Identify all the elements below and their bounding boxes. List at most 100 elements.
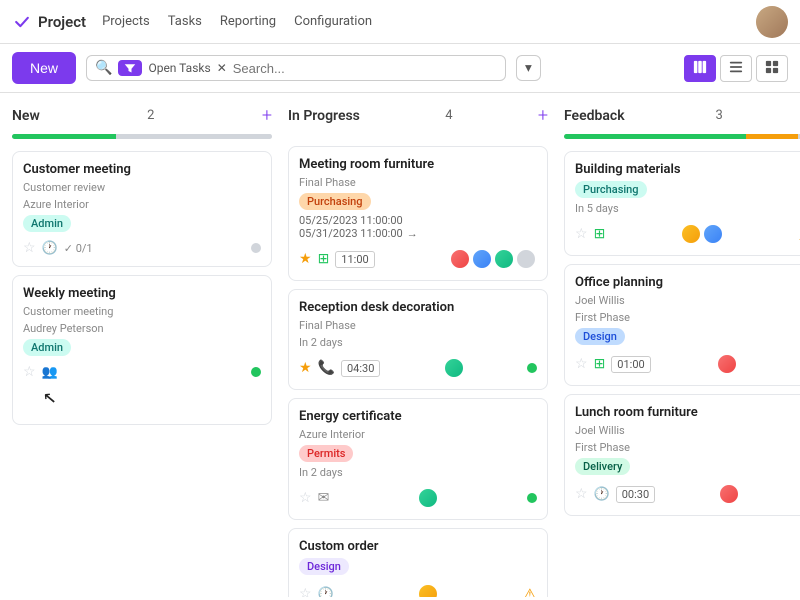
card-footer: ☆ 🕐 ⚠: [299, 583, 537, 597]
time-badge: 04:30: [341, 360, 380, 377]
view-grid[interactable]: [756, 55, 788, 82]
grid-icon: ⊞: [318, 251, 330, 267]
user-avatar[interactable]: [756, 6, 788, 38]
nav-configuration[interactable]: Configuration: [294, 14, 372, 29]
new-button[interactable]: New: [12, 52, 76, 84]
star-icon[interactable]: ☆: [23, 364, 36, 380]
card-sub: Customer meeting: [23, 305, 261, 318]
progress-new: [12, 134, 272, 139]
card-sub2: Azure Interior: [23, 198, 261, 211]
col-header-new: New 2 +: [12, 105, 272, 126]
column-new: New 2 + Customer meeting Customer review…: [12, 105, 272, 585]
search-dropdown[interactable]: ▾: [516, 55, 541, 81]
avatars: [417, 487, 439, 509]
grid-icon: ⊞: [594, 226, 606, 242]
card-energy-certificate[interactable]: Energy certificate Azure Interior Permit…: [288, 398, 548, 520]
star-icon[interactable]: ☆: [575, 226, 588, 242]
card-building-materials[interactable]: Building materials Purchasing In 5 days …: [564, 151, 800, 256]
card-sub2: Azure Interior: [299, 428, 537, 441]
card-duration: In 2 days: [299, 336, 537, 349]
card-footer: ☆ 🕐 ✓ 0/1: [23, 240, 261, 256]
avatar-2: [471, 248, 493, 270]
avatar-1: [443, 357, 465, 379]
col-title-in-progress: In Progress: [288, 108, 360, 124]
card-footer: ☆ 🕐 00:30: [575, 483, 800, 505]
view-kanban[interactable]: [684, 55, 716, 82]
progress-seg-orange: [746, 134, 798, 139]
search-input[interactable]: [233, 61, 497, 76]
star-icon[interactable]: ☆: [299, 586, 312, 597]
avatar-1: [417, 487, 439, 509]
people-icon: 👥: [42, 365, 58, 380]
nav-reporting[interactable]: Reporting: [220, 14, 276, 29]
card-customer-meeting[interactable]: Customer meeting Customer review Azure I…: [12, 151, 272, 267]
col-title-feedback: Feedback: [564, 108, 625, 124]
star-icon[interactable]: ☆: [299, 490, 312, 506]
card-title: Reception desk decoration: [299, 300, 537, 315]
progress-seg-green: [12, 134, 116, 139]
star-icon[interactable]: ☆: [23, 240, 36, 256]
card-reception-desk[interactable]: Reception desk decoration Final Phase In…: [288, 289, 548, 390]
avatars: [417, 583, 439, 597]
card-meeting-room[interactable]: Meeting room furniture Final Phase Purch…: [288, 146, 548, 281]
card-custom-order[interactable]: Custom order Design ☆ 🕐 ⚠: [288, 528, 548, 597]
card-sub2: Audrey Peterson: [23, 322, 261, 335]
nav-projects[interactable]: Projects: [102, 14, 150, 29]
card-tag: Permits: [299, 445, 353, 462]
card-duration: In 5 days: [575, 202, 800, 215]
star-icon[interactable]: ★: [299, 251, 312, 267]
star-icon[interactable]: ☆: [575, 486, 588, 502]
card-dates: 05/25/2023 11:00:00 05/31/2023 11:00:00 …: [299, 214, 537, 240]
time-badge: 11:00: [335, 251, 374, 268]
date1: 05/25/2023 11:00:00: [299, 214, 537, 227]
card-title: Customer meeting: [23, 162, 261, 177]
brand: Project: [12, 12, 86, 32]
avatars: [718, 483, 740, 505]
card-weekly-meeting[interactable]: Weekly meeting Customer meeting Audrey P…: [12, 275, 272, 425]
warning-icon: ⚠: [523, 585, 537, 598]
card-sub: Final Phase: [299, 176, 537, 189]
card-footer: ☆ ⊞ ⚠: [575, 223, 800, 245]
card-sub2: First Phase: [575, 311, 800, 324]
status-dot: [251, 367, 261, 377]
col-add-new[interactable]: +: [262, 105, 272, 126]
col-count-new: 2: [147, 108, 154, 123]
card-tag: Design: [299, 558, 349, 575]
status-dot: [527, 493, 537, 503]
clock-icon: 🕐: [318, 587, 334, 598]
nav-links: Projects Tasks Reporting Configuration: [102, 14, 372, 29]
card-footer: ☆ ⊞ 01:00: [575, 353, 800, 375]
arrow-icon: →: [407, 227, 418, 240]
card-tag: Purchasing: [299, 193, 371, 210]
card-footer: ★ ⊞ 11:00: [299, 248, 537, 270]
col-count-feedback: 3: [716, 108, 723, 123]
avatar-1: [680, 223, 702, 245]
card-lunch-room[interactable]: Lunch room furniture Joel Willis First P…: [564, 394, 800, 516]
col-header-feedback: Feedback 3 +: [564, 105, 800, 126]
filter-remove[interactable]: ✕: [217, 61, 227, 75]
avatar-1: [716, 353, 738, 375]
card-title: Weekly meeting: [23, 286, 261, 301]
card-title: Lunch room furniture: [575, 405, 800, 420]
col-add-in-progress[interactable]: +: [538, 105, 548, 126]
brand-icon: [12, 12, 32, 32]
filter-icon: [124, 62, 136, 74]
card-tag: Admin: [23, 215, 71, 232]
star-icon[interactable]: ☆: [575, 356, 588, 372]
filter-badge: [118, 60, 142, 76]
card-title: Meeting room furniture: [299, 157, 537, 172]
nav-tasks[interactable]: Tasks: [168, 14, 202, 29]
column-in-progress: In Progress 4 + Meeting room furniture F…: [288, 105, 548, 585]
avatar-1: [417, 583, 439, 597]
card-title: Energy certificate: [299, 409, 537, 424]
col-title-new: New: [12, 108, 40, 124]
view-list[interactable]: [720, 55, 752, 82]
status-dot: [527, 363, 537, 373]
progress-seg-green: [564, 134, 746, 139]
progress-seg-gray: [116, 134, 272, 139]
filter-text: Open Tasks: [148, 61, 210, 75]
card-footer: ☆ 👥: [23, 364, 261, 380]
star-icon[interactable]: ★: [299, 360, 312, 376]
card-office-planning[interactable]: Office planning Joel Willis First Phase …: [564, 264, 800, 386]
time-badge: 00:30: [616, 486, 655, 503]
